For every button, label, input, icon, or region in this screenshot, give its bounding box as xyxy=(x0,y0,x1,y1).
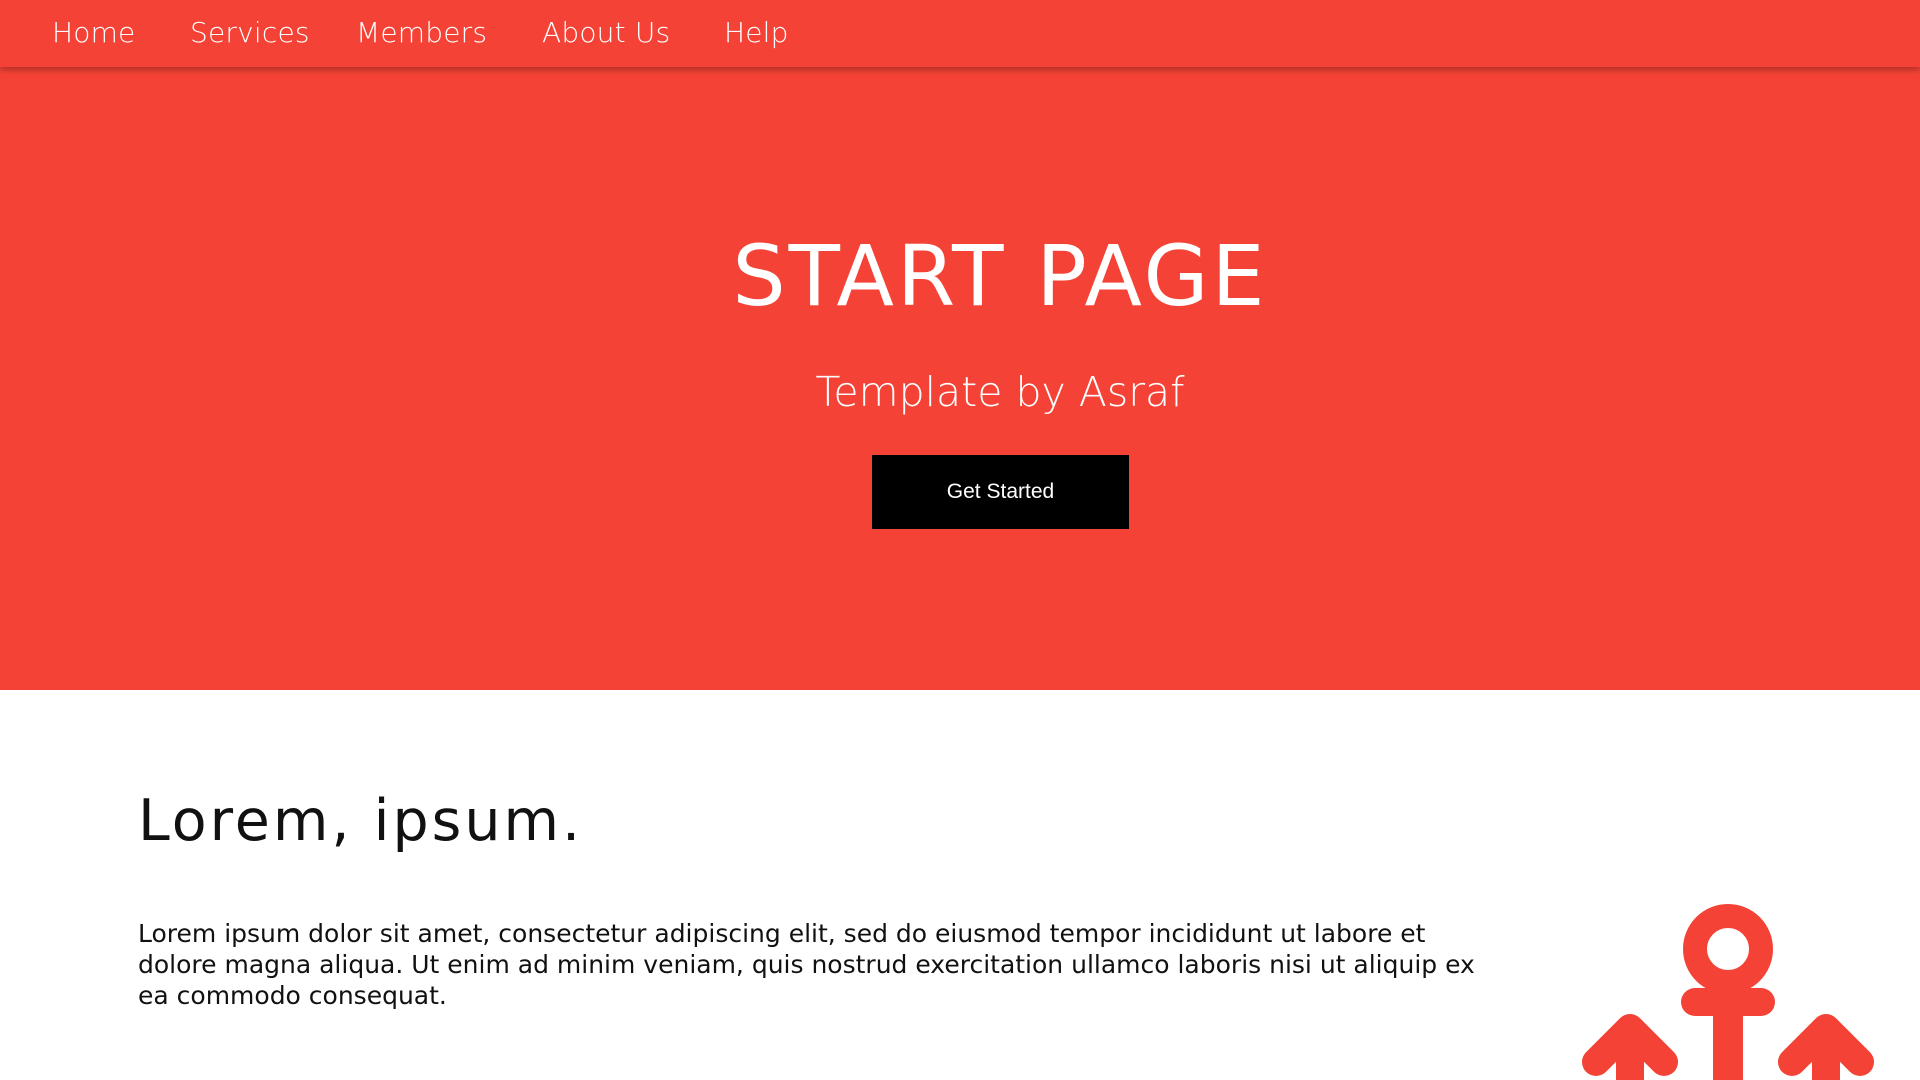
anchor-shape xyxy=(1582,904,1874,1080)
get-started-button[interactable]: Get Started xyxy=(872,455,1129,529)
section-heading: Lorem, ipsum. xyxy=(138,788,584,854)
nav-link-services[interactable]: Services xyxy=(190,14,310,52)
nav-link-about-us[interactable]: About Us xyxy=(542,14,670,52)
hero-subtitle: Template by Asraf xyxy=(815,368,1185,416)
section-body-text: Lorem ipsum dolor sit amet, consectetur … xyxy=(138,919,1475,1010)
anchor-icon xyxy=(1582,904,1874,1080)
top-navbar: Home Services Members About Us Help xyxy=(0,0,1920,67)
nav-link-home[interactable]: Home xyxy=(52,14,136,52)
nav-link-help[interactable]: Help xyxy=(724,14,789,52)
nav-link-members[interactable]: Members xyxy=(356,14,487,52)
hero-section: START PAGE Template by Asraf Get Started xyxy=(0,0,1920,690)
hero-title: START PAGE xyxy=(732,227,1268,325)
